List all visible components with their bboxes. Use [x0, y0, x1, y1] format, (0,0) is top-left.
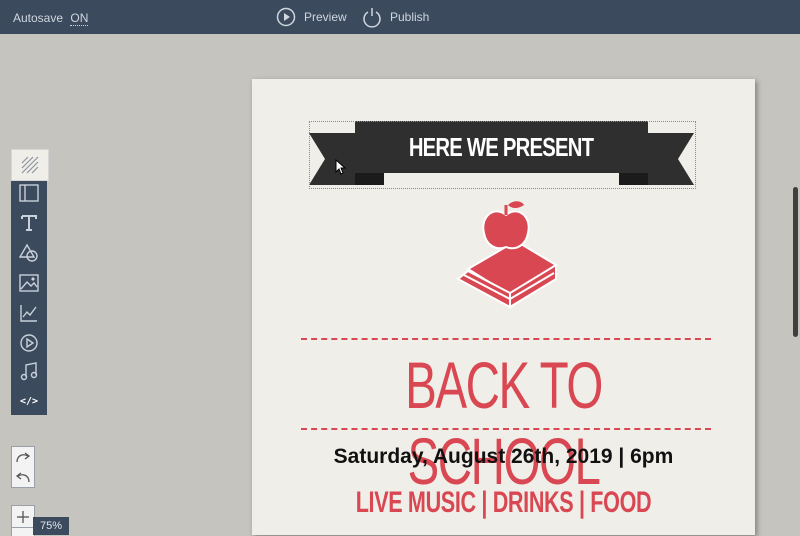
code-icon: </> — [19, 395, 39, 407]
banner-text[interactable]: HERE WE PRESENT — [388, 125, 614, 169]
audio-tool[interactable] — [11, 357, 47, 387]
undo-icon — [15, 472, 30, 483]
cursor-icon — [335, 159, 347, 175]
event-tagline[interactable]: LIVE MUSIC | DRINKS | FOOD — [322, 486, 684, 520]
image-icon — [19, 274, 39, 292]
layout-icon — [19, 184, 39, 202]
dashed-divider-top — [301, 338, 711, 340]
video-tool[interactable] — [11, 328, 47, 358]
layout-tool[interactable] — [11, 178, 47, 208]
preview-button[interactable]: Preview — [276, 6, 347, 28]
play-circle-icon — [276, 7, 296, 27]
background-tool[interactable] — [11, 149, 49, 181]
preview-label: Preview — [304, 10, 347, 24]
zoom-in-button[interactable] — [11, 505, 35, 529]
redo-icon — [16, 452, 31, 463]
autosave-state[interactable]: ON — [70, 11, 89, 26]
undo-redo-group — [11, 446, 35, 488]
undo-button[interactable] — [12, 467, 34, 487]
dashed-divider-bottom — [301, 428, 711, 430]
chart-icon — [20, 305, 37, 322]
redo-button[interactable] — [12, 447, 34, 467]
embed-tool[interactable]: </> — [11, 386, 47, 416]
autosave-toggle[interactable]: Autosave ON — [13, 11, 89, 26]
poster-page[interactable]: HERE WE PRESENT BACK TO SCHOOL Saturday,… — [252, 79, 755, 535]
zoom-level[interactable]: 75% — [33, 517, 69, 535]
top-bar: Autosave ON Preview Publish — [0, 0, 800, 34]
publish-button[interactable]: Publish — [362, 6, 429, 28]
text-tool[interactable] — [11, 208, 47, 238]
publish-label: Publish — [390, 10, 430, 24]
poster-title[interactable]: BACK TO SCHOOL — [322, 347, 684, 499]
autosave-label: Autosave — [13, 11, 64, 25]
power-icon — [363, 8, 381, 28]
plus-icon — [17, 511, 29, 523]
left-toolbar: </> — [11, 149, 49, 416]
music-note-icon — [20, 362, 38, 381]
vertical-scrollbar[interactable] — [793, 187, 798, 337]
apple-book-illustration[interactable] — [450, 199, 560, 315]
diagonal-lines-icon — [21, 156, 39, 174]
image-tool[interactable] — [11, 268, 47, 298]
play-icon — [20, 334, 38, 352]
event-date[interactable]: Saturday, August 26th, 2019 | 6pm — [252, 445, 755, 469]
shapes-icon — [19, 243, 38, 262]
text-T-icon — [21, 215, 37, 231]
shapes-tool[interactable] — [11, 238, 47, 268]
chart-tool[interactable] — [11, 298, 47, 328]
